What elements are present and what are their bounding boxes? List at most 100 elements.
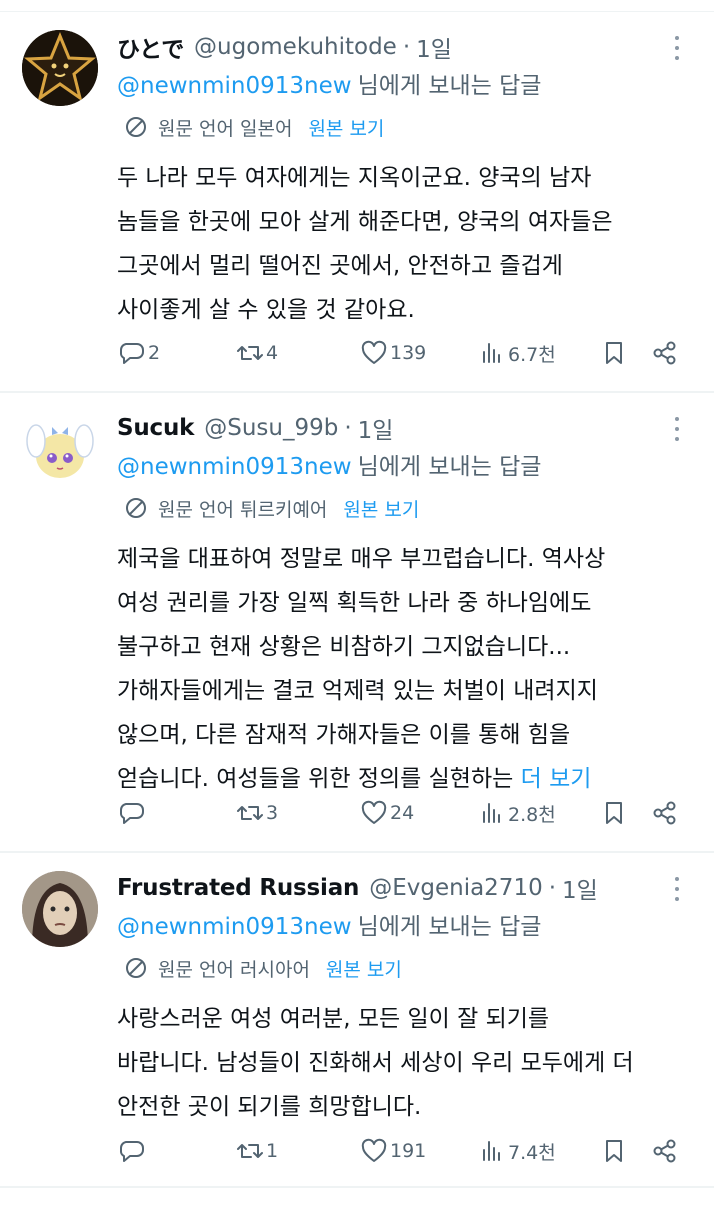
- tweet-text-line: 두 나라 모두 여자에게는 지옥이군요. 양국의 남자: [117, 165, 592, 191]
- tweet-text-line: 불구하고 현재 상황은 비참하기 그지없습니다...: [117, 634, 571, 660]
- show-original-button[interactable]: 원본 보기: [343, 495, 419, 522]
- tweet-text-line: 바랍니다. 남성들이 진화해서 세상이 우리 모두에게 더: [117, 1050, 634, 1076]
- tweet-text-line: 않으며, 다른 잠재적 가해자들은 이를 통해 힘을: [117, 722, 571, 748]
- views-button[interactable]: 2.8천: [478, 799, 556, 827]
- more-options-icon[interactable]: [670, 877, 684, 903]
- tweet-header: ひとで @ugomekuhitode · 1일: [117, 30, 452, 64]
- views-button[interactable]: 7.4천: [478, 1137, 556, 1165]
- display-name[interactable]: Frustrated Russian: [117, 875, 359, 901]
- reply-mention-link[interactable]: @newnmin0913new: [117, 73, 352, 99]
- tweet-text-line: 여성 권리를 가장 일찍 획득한 나라 중 하나임에도: [117, 590, 592, 616]
- reply-button[interactable]: [118, 799, 148, 827]
- share-icon: [653, 801, 676, 825]
- like-count: 191: [390, 1140, 427, 1162]
- like-button[interactable]: 191: [360, 1137, 426, 1165]
- tweet-text-line: 놈들을 한곳에 모아 살게 해준다면, 양국의 여자들은: [117, 209, 613, 235]
- top-divider: [0, 0, 714, 12]
- tweet-text-line: 제국을 대표하여 정말로 매우 부끄럽습니다. 역사상: [117, 546, 606, 572]
- tweet-1[interactable]: ひとで @ugomekuhitode · 1일 @newnmin0913new 님…: [0, 12, 714, 393]
- star-avatar-icon: [22, 30, 98, 106]
- timestamp[interactable]: 1일: [358, 411, 394, 445]
- translation-notice: 원문 언어 러시아어 원본 보기: [124, 953, 402, 983]
- translation-label: 원문 언어 일본어: [158, 117, 293, 140]
- anime-character-avatar-icon: [22, 411, 98, 487]
- action-bar: 1 191 7.4천: [0, 1137, 714, 1177]
- reply-context-label: 님에게 보내는 답글: [357, 454, 542, 480]
- like-button[interactable]: 24: [360, 799, 414, 827]
- reply-button[interactable]: [118, 1137, 148, 1165]
- tweet-text-line: 사이좋게 살 수 있을 것 같아요.: [117, 297, 415, 323]
- views-button[interactable]: 6.7천: [478, 339, 556, 367]
- retweet-icon: [237, 1144, 263, 1158]
- reply-context: @newnmin0913new 님에게 보내는 답글: [117, 66, 541, 100]
- bookmark-icon: [606, 802, 622, 824]
- like-count: 24: [390, 802, 415, 824]
- reply-mention-link[interactable]: @newnmin0913new: [117, 914, 352, 940]
- separator-dot: ·: [344, 415, 352, 441]
- tweet-text: 두 나라 모두 여자에게는 지옥이군요. 양국의 남자 놈들을 한곳에 모아 살…: [117, 156, 687, 332]
- like-button[interactable]: 139: [360, 339, 426, 367]
- action-bar: 3 24 2.8천: [0, 799, 714, 839]
- retweet-count: 4: [266, 342, 279, 364]
- analytics-icon: [483, 803, 500, 823]
- show-original-button[interactable]: 원본 보기: [308, 114, 384, 141]
- share-icon: [653, 341, 676, 365]
- share-button[interactable]: [651, 799, 679, 827]
- analytics-icon: [483, 343, 500, 363]
- reply-icon: [119, 803, 144, 824]
- analytics-icon: [483, 1141, 500, 1161]
- display-name[interactable]: Sucuk: [117, 415, 194, 441]
- heart-icon: [361, 1138, 387, 1162]
- user-handle[interactable]: @Susu_99b: [204, 415, 338, 441]
- translation-notice: 원문 언어 튀르키예어 원본 보기: [124, 493, 419, 523]
- tweet-text-line: 얻습니다. 여성들을 위한 정의를 실현하는 더 보기: [117, 757, 687, 801]
- avatar[interactable]: [22, 30, 98, 106]
- reply-mention-link[interactable]: @newnmin0913new: [117, 454, 352, 480]
- retweet-button[interactable]: 4: [236, 339, 278, 367]
- more-options-icon[interactable]: [670, 417, 684, 443]
- user-handle[interactable]: @Evgenia2710: [369, 875, 543, 901]
- show-original-button[interactable]: 원본 보기: [326, 955, 402, 982]
- avatar[interactable]: [22, 411, 98, 487]
- more-options-icon[interactable]: [670, 36, 684, 62]
- tweet-text-line: 사랑스러운 여성 여러분, 모든 일이 잘 되기를: [117, 1006, 550, 1032]
- share-button[interactable]: [651, 1137, 679, 1165]
- separator-dot: ·: [402, 34, 411, 60]
- timestamp[interactable]: 1일: [416, 30, 452, 64]
- reply-context: @newnmin0913new 님에게 보내는 답글: [117, 907, 541, 941]
- bookmark-icon: [606, 342, 622, 364]
- bookmark-button[interactable]: [600, 799, 628, 827]
- reply-context-label: 님에게 보내는 답글: [357, 73, 542, 99]
- user-handle[interactable]: @ugomekuhitode: [194, 34, 397, 60]
- bookmark-button[interactable]: [600, 1137, 628, 1165]
- timestamp[interactable]: 1일: [562, 871, 598, 905]
- tweet-2[interactable]: Sucuk @Susu_99b · 1일 @newnmin0913new 님에게 …: [0, 393, 714, 853]
- view-count: 6.7천: [508, 343, 556, 366]
- tweet-text-line-end: 얻습니다. 여성들을 위한 정의를 실현하는: [117, 766, 514, 792]
- reply-icon: [119, 343, 144, 364]
- show-more-link[interactable]: 더 보기: [521, 766, 592, 792]
- retweet-button[interactable]: 3: [236, 799, 278, 827]
- translate-icon: [126, 498, 146, 518]
- retweet-count: 1: [266, 1140, 279, 1162]
- reply-context-label: 님에게 보내는 답글: [357, 914, 542, 940]
- retweet-icon: [237, 346, 263, 360]
- reply-button[interactable]: 2: [118, 339, 160, 367]
- separator-dot: ·: [548, 875, 557, 901]
- display-name[interactable]: ひとで: [117, 30, 184, 64]
- retweet-button[interactable]: 1: [236, 1137, 278, 1165]
- action-bar: 2 4 139 6.7천: [0, 339, 714, 379]
- tweet-text: 사랑스러운 여성 여러분, 모든 일이 잘 되기를 바랍니다. 남성들이 진화해…: [117, 997, 687, 1129]
- reply-context: @newnmin0913new 님에게 보내는 답글: [117, 447, 541, 481]
- translation-notice: 원문 언어 일본어 원본 보기: [124, 112, 384, 142]
- translation-label: 원문 언어 튀르키예어: [158, 498, 328, 521]
- tweet-text-line: 그곳에서 멀리 떨어진 곳에서, 안전하고 즐겁게: [117, 253, 563, 279]
- share-button[interactable]: [651, 339, 679, 367]
- translation-label: 원문 언어 러시아어: [158, 958, 310, 981]
- view-count: 7.4천: [508, 1141, 556, 1164]
- tweet-3[interactable]: Frustrated Russian @Evgenia2710 · 1일 @ne…: [0, 853, 714, 1188]
- avatar[interactable]: [22, 871, 98, 947]
- bookmark-button[interactable]: [600, 339, 628, 367]
- tweet-text-line: 가해자들에게는 결코 억제력 있는 처벌이 내려지지: [117, 678, 598, 704]
- reply-icon: [119, 1141, 144, 1162]
